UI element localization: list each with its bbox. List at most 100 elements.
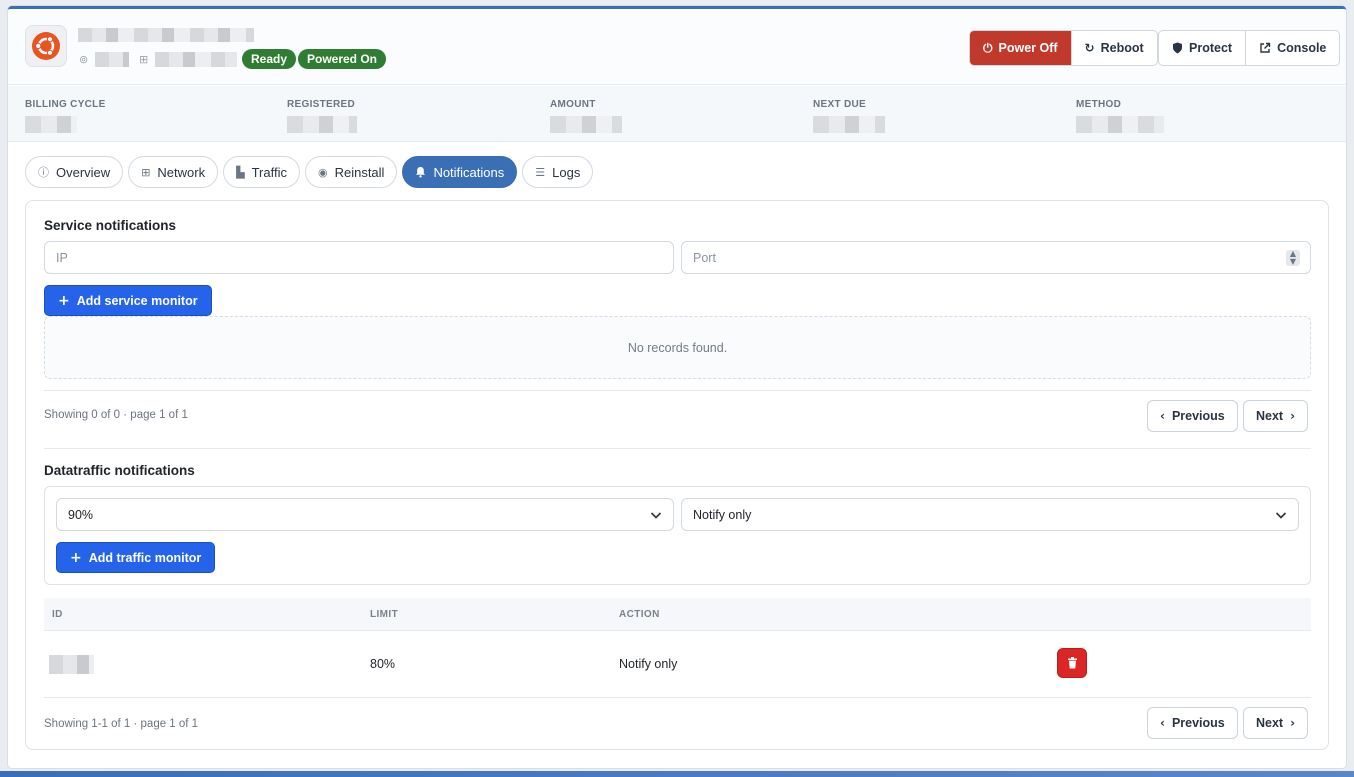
external-link-icon — [1260, 42, 1271, 53]
divider — [44, 448, 1311, 449]
registered-label: REGISTERED — [287, 99, 356, 110]
trash-icon — [1067, 657, 1077, 669]
port-input[interactable]: Port ▲ ▼ — [681, 241, 1311, 274]
datatraffic-notifications-title: Datatraffic notifications — [44, 463, 195, 478]
action-select[interactable]: Notify only — [681, 498, 1299, 531]
add-service-monitor-button[interactable]: + Add service monitor — [44, 285, 212, 316]
traffic-pagination-summary: Showing 1-1 of 1 · page 1 of 1 — [44, 718, 199, 730]
chevron-right-icon: › — [1290, 716, 1296, 730]
port-placeholder: Port — [693, 250, 716, 265]
add-service-monitor-label: Add service monitor — [76, 293, 198, 308]
chevron-right-icon: › — [1290, 409, 1296, 423]
traffic-monitor-form: 90% Notify only + Add traffic monitor — [44, 486, 1311, 585]
next-due-redacted — [813, 116, 885, 133]
reboot-button[interactable]: ↻ Reboot — [1072, 31, 1157, 65]
app-window: ⊚ ⊞ Ready Powered On ⏻ Power Off ↻ Reboo… — [8, 6, 1346, 768]
tab-traffic[interactable]: ▙ Traffic — [223, 156, 300, 188]
shield-icon — [1173, 42, 1182, 54]
amount-label: AMOUNT — [550, 99, 596, 110]
console-label: Console — [1277, 41, 1327, 55]
notifications-card: Service notifications IP Port ▲ ▼ + Add s… — [25, 200, 1329, 750]
method-redacted — [1076, 116, 1164, 133]
column-limit: LIMIT — [370, 609, 399, 620]
divider — [44, 390, 1311, 391]
traffic-next-button[interactable]: Next › — [1243, 707, 1309, 739]
action-select-value: Notify only — [693, 507, 752, 522]
status-badge-ready: Ready — [242, 49, 297, 69]
method-field: METHOD — [1076, 99, 1164, 133]
ip-input[interactable]: IP — [44, 241, 674, 274]
chevron-down-icon — [650, 512, 662, 519]
tab-label: Reinstall — [334, 164, 385, 180]
power-button-group: ⏻ Power Off ↻ Reboot — [969, 30, 1158, 66]
billing-info-strip: BILLING CYCLE REGISTERED AMOUNT NEXT DUE… — [8, 86, 1346, 142]
tab-label: Notifications — [433, 164, 505, 180]
traffic-table-header: ID LIMIT ACTION — [44, 598, 1311, 631]
service-header: ⊚ ⊞ Ready Powered On ⏻ Power Off ↻ Reboo… — [8, 9, 1346, 85]
reboot-label: Reboot — [1100, 41, 1144, 55]
next-due-label: NEXT DUE — [813, 99, 866, 110]
bell-icon — [416, 167, 426, 178]
column-id: ID — [52, 609, 63, 620]
power-off-button[interactable]: ⏻ Power Off — [970, 31, 1072, 65]
hostname-redacted — [78, 28, 254, 42]
tab-label: Network — [157, 164, 206, 180]
protect-label: Protect — [1189, 41, 1233, 55]
column-action: ACTION — [619, 609, 660, 620]
tab-logs[interactable]: ☰ Logs — [522, 156, 594, 188]
info-icon: ⓘ — [38, 166, 49, 179]
tab-bar: ⓘ Overview ⊞ Network ▙ Traffic ◉ Reinsta… — [25, 156, 594, 188]
traffic-previous-button[interactable]: ‹ Previous — [1147, 707, 1238, 739]
row-id-redacted — [49, 655, 94, 674]
plus-icon: + — [70, 549, 82, 566]
service-pagination-summary: Showing 0 of 0 · page 1 of 1 — [44, 409, 188, 421]
previous-label: Previous — [1171, 716, 1225, 730]
registered-redacted — [287, 116, 357, 133]
tab-reinstall[interactable]: ◉ Reinstall — [304, 156, 398, 188]
next-label: Next — [1256, 716, 1284, 730]
empty-state: No records found. — [44, 316, 1311, 379]
security-button-group: Protect Console — [1158, 30, 1341, 66]
previous-label: Previous — [1171, 409, 1225, 423]
bottom-bar — [0, 771, 1354, 777]
network-icon: ⊞ — [139, 53, 149, 66]
ip-redacted — [95, 52, 129, 67]
delete-button[interactable] — [1057, 648, 1087, 678]
tab-overview[interactable]: ⓘ Overview — [25, 156, 124, 188]
next-label: Next — [1256, 409, 1284, 423]
tab-label: Logs — [552, 164, 581, 180]
plus-icon: + — [58, 292, 70, 309]
status-badge-powered-on: Powered On — [298, 49, 387, 69]
power-off-label: Power Off — [998, 41, 1058, 55]
disc-icon: ◉ — [317, 165, 328, 179]
chevron-left-icon: ‹ — [1160, 716, 1165, 730]
refresh-icon: ↻ — [1084, 41, 1095, 55]
add-traffic-monitor-label: Add traffic monitor — [88, 550, 202, 565]
number-stepper-icon[interactable]: ▲ ▼ — [1286, 250, 1300, 266]
registered-field: REGISTERED — [287, 99, 357, 133]
tab-notifications[interactable]: Notifications — [402, 156, 518, 188]
service-previous-button[interactable]: ‹ Previous — [1147, 400, 1238, 432]
limit-select[interactable]: 90% — [56, 498, 674, 531]
protect-button[interactable]: Protect — [1159, 31, 1247, 65]
row-limit: 80% — [370, 657, 396, 671]
next-due-field: NEXT DUE — [813, 99, 885, 133]
chart-icon: ▙ — [236, 165, 245, 179]
chevron-left-icon: ‹ — [1160, 409, 1165, 423]
amount-field: AMOUNT — [550, 99, 622, 133]
chevron-down-icon — [1275, 512, 1287, 519]
amount-redacted — [550, 116, 622, 133]
add-traffic-monitor-button[interactable]: + Add traffic monitor — [56, 542, 216, 573]
fingerprint-icon: ⊚ — [79, 53, 89, 66]
tab-network[interactable]: ⊞ Network — [128, 156, 219, 188]
service-next-button[interactable]: Next › — [1243, 400, 1309, 432]
power-icon: ⏻ — [983, 40, 993, 55]
billing-cycle-redacted — [25, 116, 77, 133]
console-button[interactable]: Console — [1246, 31, 1339, 65]
billing-cycle-label: BILLING CYCLE — [25, 99, 106, 110]
tab-label: Traffic — [251, 164, 287, 180]
limit-select-value: 90% — [68, 507, 94, 522]
tab-label: Overview — [56, 164, 111, 180]
row-action: Notify only — [619, 657, 678, 671]
service-notifications-title: Service notifications — [44, 218, 177, 233]
